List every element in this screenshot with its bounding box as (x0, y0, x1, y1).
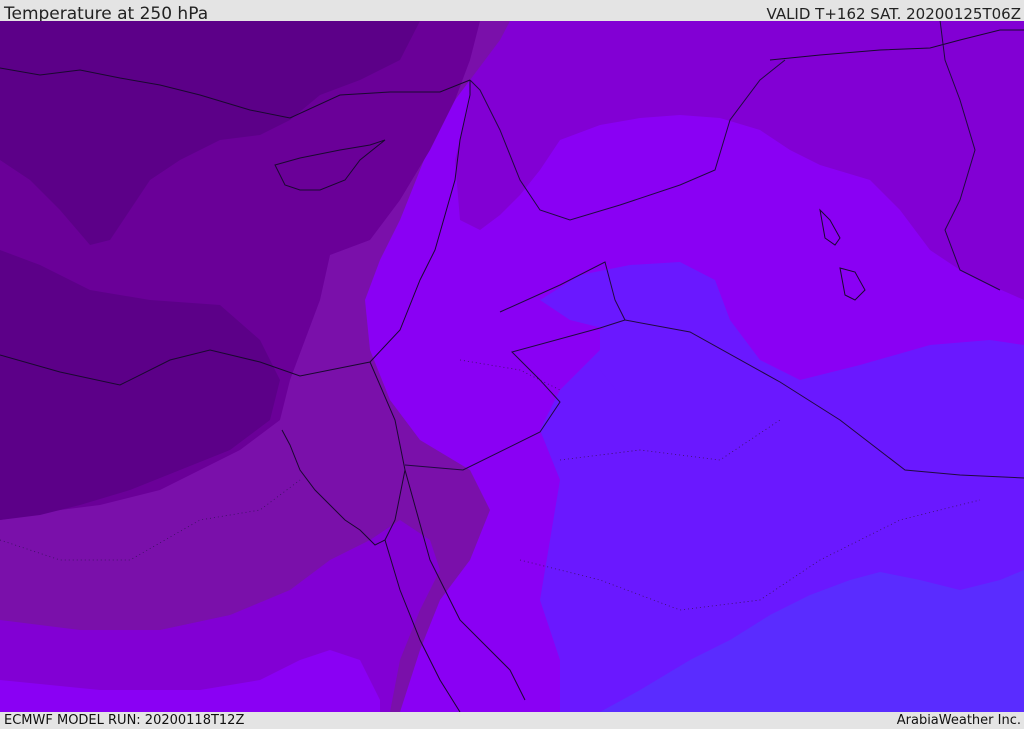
map-canvas (0, 21, 1024, 712)
model-run: ECMWF MODEL RUN: 20200118T12Z (4, 713, 245, 728)
credit: ArabiaWeather Inc. (896, 713, 1021, 728)
bottom-bar: ECMWF MODEL RUN: 20200118T12Z ArabiaWeat… (0, 712, 1024, 729)
temperature-map[interactable] (0, 21, 1024, 712)
top-bar: Temperature at 250 hPa VALID T+162 SAT. … (0, 0, 1024, 24)
